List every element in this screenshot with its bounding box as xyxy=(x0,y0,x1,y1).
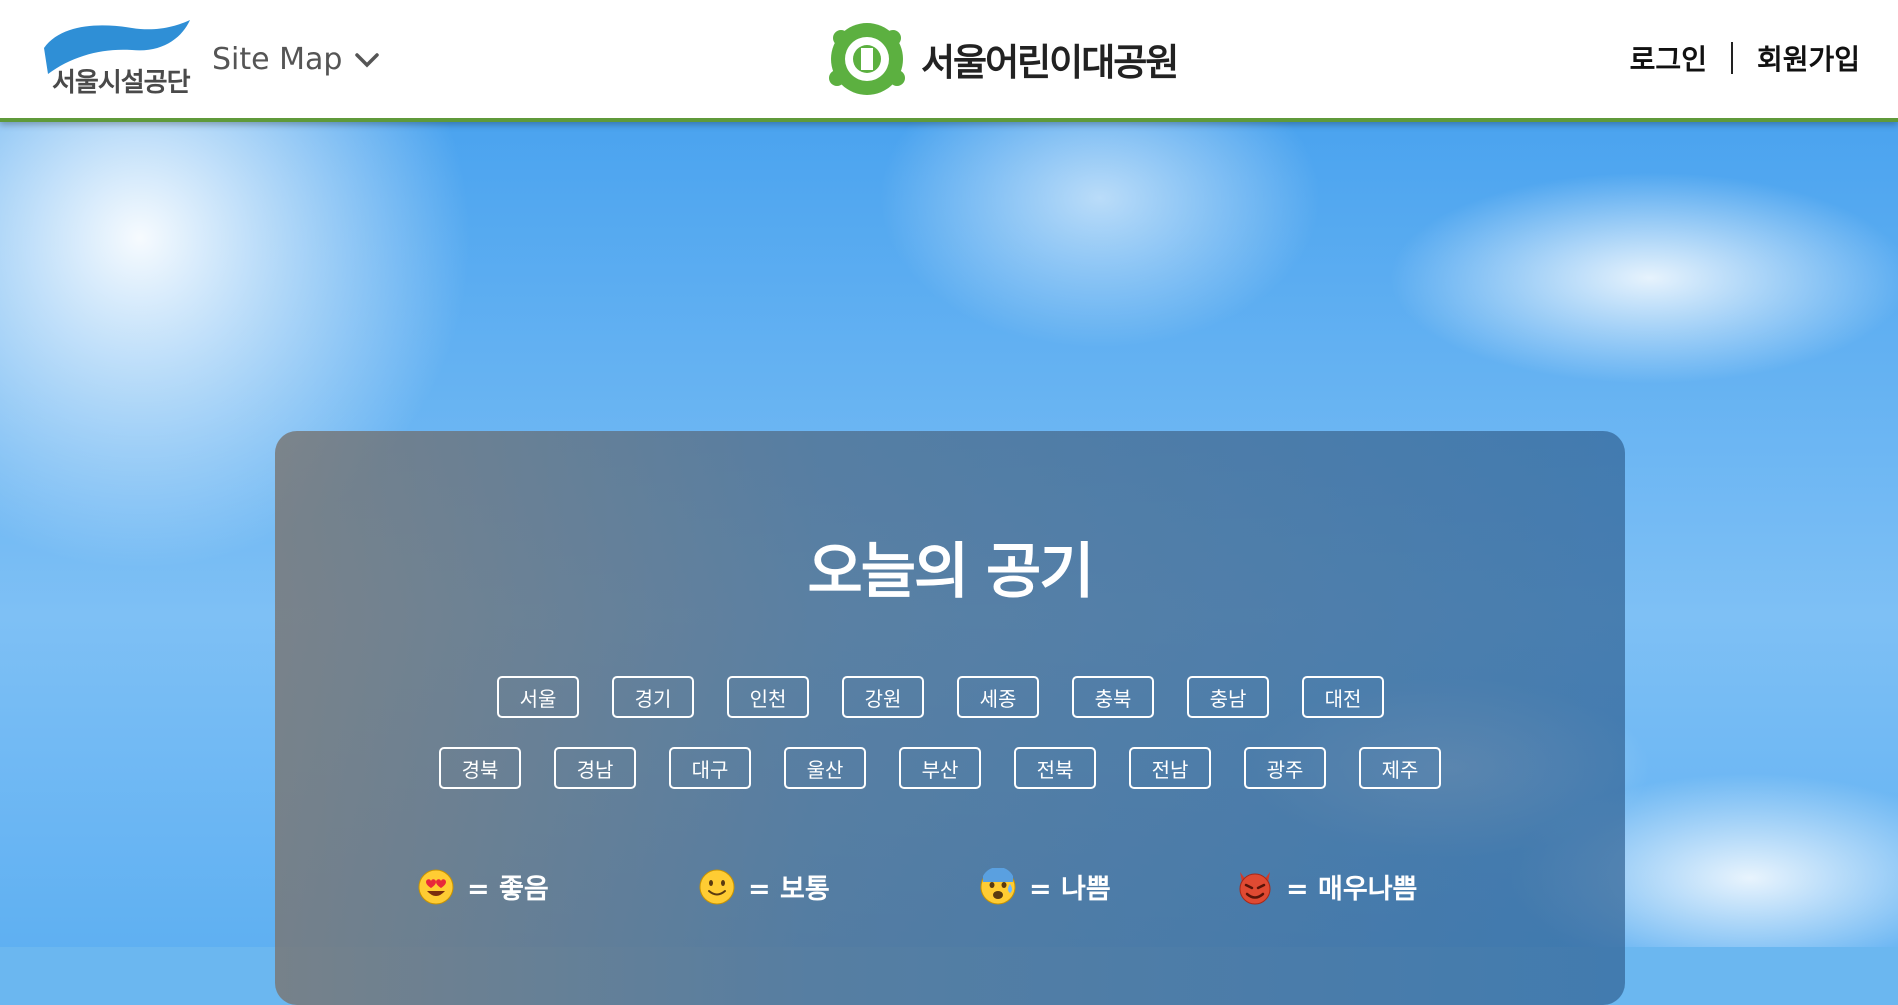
legend-normal: = 보통 xyxy=(698,867,830,906)
auth-divider xyxy=(1730,42,1733,74)
legend-good: = 좋음 xyxy=(417,867,549,906)
region-button-gyeonggi[interactable]: 경기 xyxy=(612,676,694,718)
park-emblem-icon xyxy=(829,23,905,95)
region-button-incheon[interactable]: 인천 xyxy=(727,676,809,718)
region-button-seoul[interactable]: 서울 xyxy=(497,676,579,718)
park-logo[interactable]: 서울어린이대공원 xyxy=(825,18,1179,100)
region-button-gyeongbuk[interactable]: 경북 xyxy=(439,747,521,789)
panel-title: 오늘의 공기 xyxy=(807,537,1095,607)
region-button-jeju[interactable]: 제주 xyxy=(1359,747,1441,789)
region-button-sejong[interactable]: 세종 xyxy=(957,676,1039,718)
sitemap-label: Site Map xyxy=(212,42,343,77)
park-name: 서울어린이대공원 xyxy=(921,41,1179,84)
anxious-sweat-face-icon xyxy=(980,867,1016,904)
region-button-ulsan[interactable]: 울산 xyxy=(784,747,866,789)
region-button-jeonnam[interactable]: 전남 xyxy=(1129,747,1211,789)
region-row-2: 경북 경남 대구 울산 부산 전북 전남 광주 제주 xyxy=(439,747,1441,789)
legend-very-bad-label: = 매우나쁨 xyxy=(1286,874,1418,905)
air-quality-panel: 오늘의 공기 서울 경기 인천 강원 세종 충북 충남 대전 경북 경남 대구 … xyxy=(275,431,1625,1005)
legend-bad-label: = 나쁨 xyxy=(1029,874,1111,905)
auth-links: 로그인 회원가입 xyxy=(1630,38,1860,78)
region-button-busan[interactable]: 부산 xyxy=(899,747,981,789)
devil-face-icon xyxy=(1239,871,1271,904)
legend-good-label: = 좋음 xyxy=(467,874,549,905)
legend-normal-label: = 보통 xyxy=(748,874,830,905)
region-button-daejeon[interactable]: 대전 xyxy=(1302,676,1384,718)
login-link[interactable]: 로그인 xyxy=(1630,38,1707,78)
legend-very-bad: = 매우나쁨 xyxy=(1236,867,1417,906)
smiling-face-icon xyxy=(699,869,735,904)
region-row-1: 서울 경기 인천 강원 세종 충북 충남 대전 xyxy=(497,676,1384,718)
seoul-facilities-logo[interactable]: 서울시설공단 xyxy=(42,18,192,100)
region-button-chungbuk[interactable]: 충북 xyxy=(1072,676,1154,718)
region-button-gangwon[interactable]: 강원 xyxy=(842,676,924,718)
region-button-gyeongnam[interactable]: 경남 xyxy=(554,747,636,789)
sitemap-dropdown[interactable]: Site Map xyxy=(212,42,380,77)
heart-eyes-face-icon xyxy=(418,869,454,904)
sky-background: 오늘의 공기 서울 경기 인천 강원 세종 충북 충남 대전 경북 경남 대구 … xyxy=(0,118,1898,1005)
legend-bad: = 나쁨 xyxy=(979,867,1111,906)
region-button-jeonbuk[interactable]: 전북 xyxy=(1014,747,1096,789)
org-logo-text: 서울시설공단 xyxy=(52,68,191,98)
signup-link[interactable]: 회원가입 xyxy=(1757,38,1860,78)
chevron-down-icon xyxy=(355,52,380,67)
region-button-gwangju[interactable]: 광주 xyxy=(1244,747,1326,789)
region-button-daegu[interactable]: 대구 xyxy=(669,747,751,789)
region-button-chungnam[interactable]: 충남 xyxy=(1187,676,1269,718)
site-header: 서울시설공단 Site Map 서울어린이대공원 로그인 회원가입 xyxy=(0,0,1898,122)
